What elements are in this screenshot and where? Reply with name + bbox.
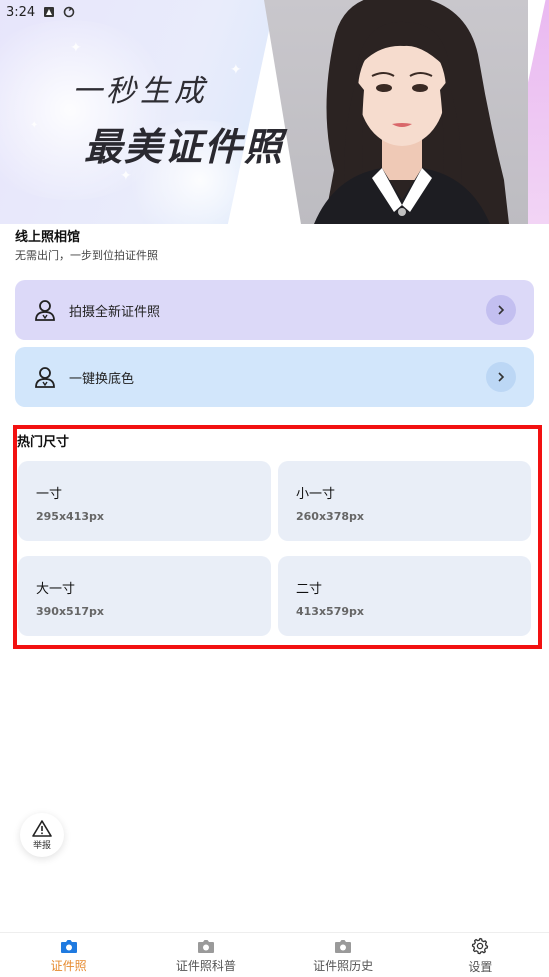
size-card-one-inch[interactable]: 一寸 295x413px	[18, 461, 271, 541]
portrait-illustration	[314, 0, 509, 224]
tab-label: 证件照	[50, 958, 87, 973]
sparkle-icon: ✦	[30, 120, 39, 131]
action-label: 拍摄全新证件照	[69, 304, 161, 320]
section-subtitle: 无需出门，一步到位拍证件照	[15, 249, 158, 262]
tab-id-photo[interactable]: 证件照	[0, 933, 137, 977]
banner-slogan-line2: 最美证件照	[84, 124, 285, 169]
hot-sizes-title: 热门尺寸	[17, 435, 70, 450]
report-label: 举报	[32, 840, 51, 851]
gear-icon	[472, 937, 489, 955]
status-bar: 3:24	[0, 0, 549, 24]
bottom-nav: 证件照 证件照科普 证件照历史 设置	[0, 932, 549, 977]
sample-portrait	[264, 0, 528, 224]
tab-settings[interactable]: 设置	[412, 933, 549, 977]
size-name: 大一寸	[36, 582, 76, 597]
size-name: 小一寸	[296, 487, 336, 502]
tab-label: 证件照历史	[313, 958, 374, 973]
size-card-two-inch[interactable]: 二寸 413x579px	[278, 556, 531, 636]
size-dimensions: 295x413px	[36, 510, 104, 523]
size-card-large-one-inch[interactable]: 大一寸 390x517px	[18, 556, 271, 636]
tab-id-photo-history[interactable]: 证件照历史	[275, 933, 412, 977]
app-screen: ✦ ✦ ✦ ✦ 一秒生成 最美证件照 3:24 线上照相馆 无需出门，一步到位拍…	[0, 0, 549, 977]
size-name: 一寸	[36, 487, 63, 502]
sync-icon	[63, 6, 75, 18]
sparkle-icon: ✦	[70, 40, 82, 56]
size-dimensions: 390x517px	[36, 605, 104, 618]
section-title: 线上照相馆	[15, 230, 81, 245]
size-dimensions: 260x378px	[296, 510, 364, 523]
size-dimensions: 413x579px	[296, 605, 364, 618]
person-icon	[35, 367, 55, 388]
size-card-small-one-inch[interactable]: 小一寸 260x378px	[278, 461, 531, 541]
camera-icon	[60, 939, 77, 953]
camera-icon	[197, 939, 214, 953]
camera-icon	[335, 939, 352, 953]
report-button[interactable]: 举报	[20, 813, 64, 857]
action-label: 一键换底色	[69, 371, 135, 387]
hero-banner[interactable]: ✦ ✦ ✦ ✦ 一秒生成 最美证件照	[0, 0, 549, 224]
tab-label: 证件照科普	[175, 958, 236, 973]
person-icon	[35, 300, 55, 321]
banner-slogan-line1: 一秒生成	[72, 74, 208, 109]
notification-icon	[44, 7, 55, 17]
tab-id-photo-guide[interactable]: 证件照科普	[137, 933, 274, 977]
status-time: 3:24	[6, 4, 36, 20]
sparkle-icon: ✦	[230, 62, 242, 78]
change-background-button[interactable]: 一键换底色	[15, 347, 534, 407]
take-new-photo-button[interactable]: 拍摄全新证件照	[15, 280, 534, 340]
warning-icon	[32, 819, 52, 837]
chevron-right-icon	[486, 295, 516, 325]
tab-label: 设置	[468, 960, 493, 974]
size-name: 二寸	[296, 582, 323, 597]
chevron-right-icon	[486, 362, 516, 392]
